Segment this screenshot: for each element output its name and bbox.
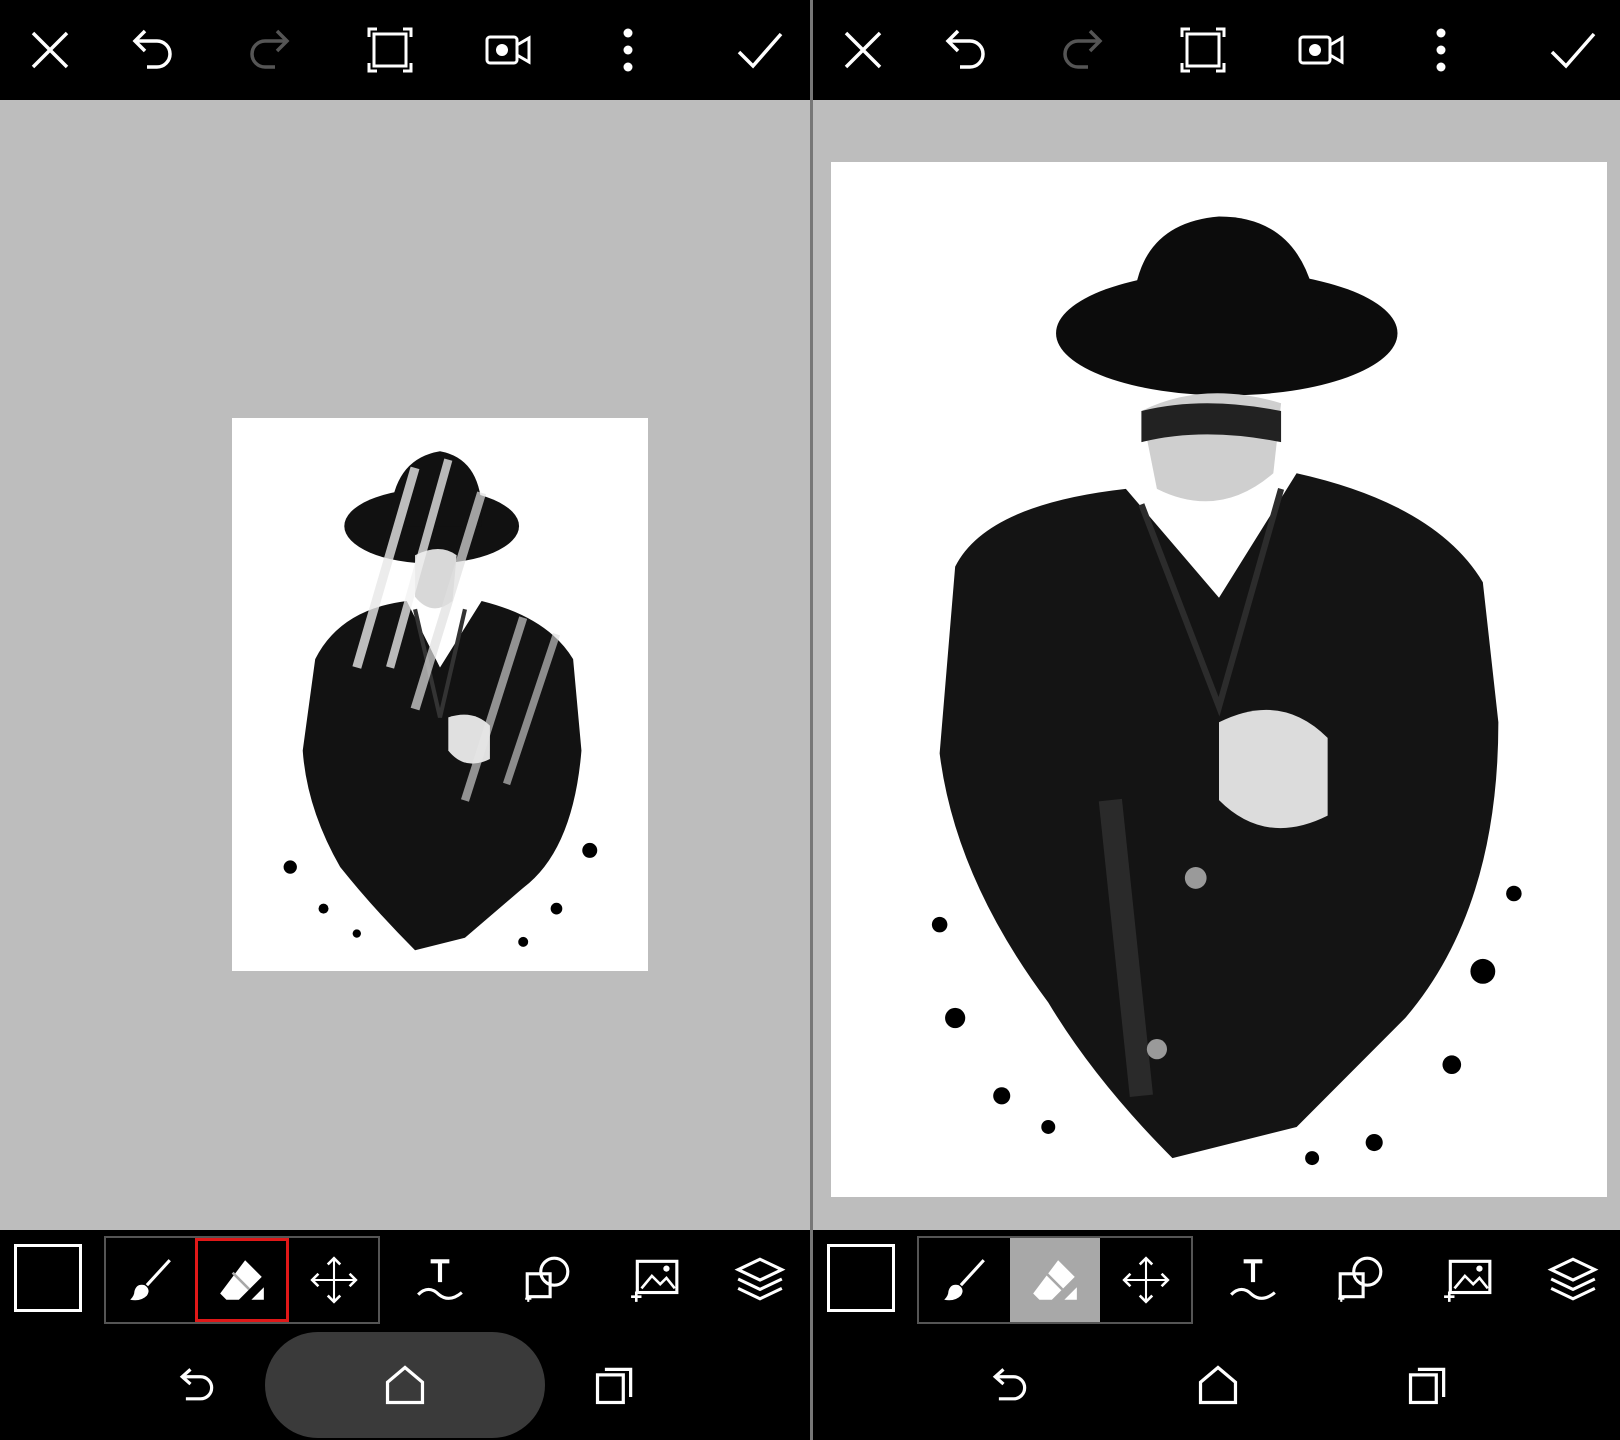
brush-tool-group xyxy=(917,1236,1193,1324)
nav-recents-button[interactable] xyxy=(585,1355,645,1415)
brush-tool[interactable] xyxy=(106,1238,195,1322)
split-screenshot xyxy=(0,0,1620,1440)
shape-icon xyxy=(525,1256,570,1302)
move-tool[interactable] xyxy=(1100,1238,1191,1322)
record-button[interactable] xyxy=(478,20,538,80)
top-toolbar xyxy=(813,0,1620,102)
nav-recents-button[interactable] xyxy=(1398,1355,1458,1415)
close-icon xyxy=(844,31,882,69)
nav-back-button[interactable] xyxy=(979,1355,1039,1415)
eraser-icon xyxy=(1033,1260,1077,1300)
crop-icon xyxy=(1180,27,1226,73)
eraser-tool[interactable] xyxy=(1009,1238,1101,1322)
text-icon xyxy=(1230,1259,1276,1300)
redo-icon xyxy=(1063,29,1103,69)
photo-image xyxy=(831,162,1607,1197)
redo-button[interactable] xyxy=(240,20,300,80)
brush-icon xyxy=(130,1259,172,1301)
video-record-icon xyxy=(1298,35,1344,65)
more-options-button[interactable] xyxy=(598,20,658,80)
back-icon xyxy=(992,1368,1027,1401)
undo-button[interactable] xyxy=(122,20,182,80)
back-icon xyxy=(179,1368,214,1401)
layers-tool[interactable] xyxy=(725,1244,795,1314)
top-toolbar xyxy=(0,0,810,102)
redo-icon xyxy=(250,29,290,69)
add-photo-icon xyxy=(631,1259,679,1302)
color-swatch[interactable] xyxy=(14,1244,82,1312)
shape-tool[interactable] xyxy=(512,1244,582,1314)
photo-image xyxy=(232,418,648,971)
photo-layer[interactable] xyxy=(232,418,648,971)
color-swatch[interactable] xyxy=(827,1244,895,1312)
close-button[interactable] xyxy=(833,20,893,80)
text-icon xyxy=(417,1259,463,1300)
add-photo-tool[interactable] xyxy=(1433,1244,1503,1314)
home-icon xyxy=(1198,1365,1238,1405)
nav-back-button[interactable] xyxy=(166,1355,226,1415)
check-icon xyxy=(737,32,783,69)
record-button[interactable] xyxy=(1291,20,1351,80)
add-photo-tool[interactable] xyxy=(620,1244,690,1314)
move-tool[interactable] xyxy=(289,1238,378,1322)
undo-button[interactable] xyxy=(935,20,995,80)
eraser-tool[interactable] xyxy=(194,1238,290,1322)
layers-icon xyxy=(1547,1257,1599,1301)
editor-panel-right xyxy=(813,0,1620,1440)
brush-tool[interactable] xyxy=(919,1238,1010,1322)
brush-icon xyxy=(944,1259,986,1301)
text-tool[interactable] xyxy=(1218,1244,1288,1314)
crop-button[interactable] xyxy=(1173,20,1233,80)
close-icon xyxy=(31,31,69,69)
apply-button[interactable] xyxy=(1543,20,1603,80)
recents-icon xyxy=(595,1367,633,1405)
editing-canvas[interactable] xyxy=(813,100,1620,1230)
system-navigation-bar xyxy=(813,1330,1620,1440)
bottom-toolbar xyxy=(0,1230,810,1330)
layers-icon xyxy=(734,1257,786,1301)
undo-icon xyxy=(945,29,985,69)
move-icon xyxy=(309,1256,358,1304)
text-tool[interactable] xyxy=(405,1244,475,1314)
nav-home-button[interactable] xyxy=(1188,1355,1248,1415)
home-icon xyxy=(385,1365,425,1405)
layers-tool[interactable] xyxy=(1538,1244,1608,1314)
shape-icon xyxy=(1338,1256,1383,1302)
bottom-toolbar xyxy=(813,1230,1620,1330)
more-vertical-icon xyxy=(623,28,633,72)
close-button[interactable] xyxy=(20,20,80,80)
shape-tool[interactable] xyxy=(1325,1244,1395,1314)
editor-panel-left xyxy=(0,0,810,1440)
undo-icon xyxy=(132,29,172,69)
apply-button[interactable] xyxy=(730,20,790,80)
editing-canvas[interactable] xyxy=(0,100,810,1230)
more-vertical-icon xyxy=(1436,28,1446,72)
more-options-button[interactable] xyxy=(1411,20,1471,80)
redo-button[interactable] xyxy=(1053,20,1113,80)
move-icon xyxy=(1121,1256,1170,1304)
video-record-icon xyxy=(485,35,531,65)
system-navigation-bar xyxy=(0,1330,810,1440)
brush-tool-group xyxy=(104,1236,380,1324)
add-photo-icon xyxy=(1444,1259,1492,1302)
crop-button[interactable] xyxy=(360,20,420,80)
nav-home-button[interactable] xyxy=(375,1355,435,1415)
crop-icon xyxy=(367,27,413,73)
photo-layer[interactable] xyxy=(831,162,1607,1197)
eraser-icon xyxy=(220,1260,264,1300)
check-icon xyxy=(1550,32,1596,69)
recents-icon xyxy=(1408,1367,1446,1405)
